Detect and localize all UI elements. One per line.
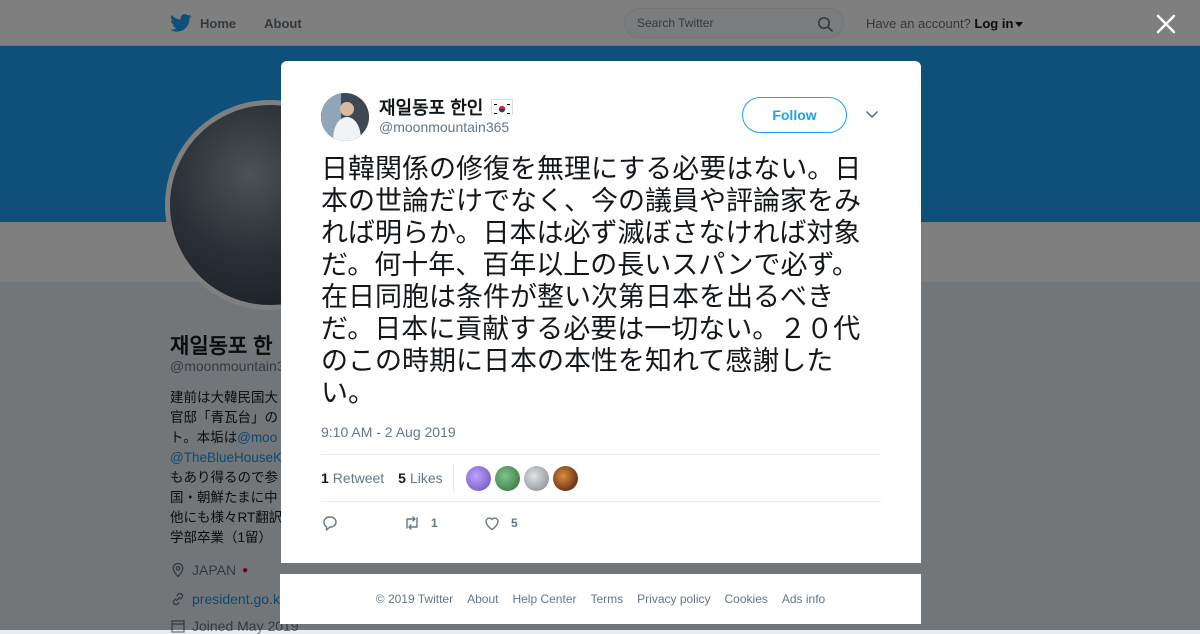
tweet-stats: 1 Retweet 5 Likes bbox=[321, 455, 582, 501]
liker-avatar[interactable] bbox=[494, 465, 520, 491]
footer-copyright: © 2019 Twitter bbox=[375, 592, 454, 606]
chevron-down-icon[interactable] bbox=[865, 110, 879, 120]
like-stat[interactable]: 5 Likes bbox=[398, 470, 442, 486]
heart-icon[interactable] bbox=[483, 514, 501, 532]
reply-action[interactable] bbox=[321, 514, 403, 532]
retweet-stat[interactable]: 1 Retweet bbox=[321, 470, 384, 486]
liker-avatar[interactable] bbox=[552, 465, 578, 491]
like-count: 5 bbox=[511, 516, 518, 530]
stat-divider bbox=[452, 463, 454, 493]
footer-help[interactable]: Help Center bbox=[512, 592, 576, 606]
footer-ads[interactable]: Ads info bbox=[782, 592, 825, 606]
footer-about[interactable]: About bbox=[467, 592, 498, 606]
avatar-image bbox=[321, 93, 369, 141]
tweet-text: 日韓関係の修復を無理にする必要はない。日本の世論だけでなく、今の議員や評論家をみ… bbox=[321, 154, 862, 408]
liker-avatar[interactable] bbox=[465, 465, 491, 491]
korea-flag-icon bbox=[491, 99, 514, 116]
footer: © 2019 Twitter About Help Center Terms P… bbox=[280, 574, 921, 624]
retweet-action[interactable]: 1 bbox=[403, 514, 483, 532]
footer-cookies[interactable]: Cookies bbox=[725, 592, 768, 606]
divider bbox=[321, 501, 881, 502]
tweet-author-avatar[interactable] bbox=[321, 93, 369, 141]
tweet-author-handle[interactable]: @moonmountain365 bbox=[379, 119, 509, 135]
tweet-timestamp[interactable]: 9:10 AM - 2 Aug 2019 bbox=[321, 424, 456, 440]
tweet-modal: 재일동포 한인 @moonmountain365 Follow 日韓関係の修復を… bbox=[281, 61, 921, 563]
retweet-icon[interactable] bbox=[403, 514, 421, 532]
tweet-author-name[interactable]: 재일동포 한인 bbox=[379, 94, 514, 120]
close-icon[interactable] bbox=[1156, 14, 1176, 34]
liker-avatar[interactable] bbox=[523, 465, 549, 491]
like-action[interactable]: 5 bbox=[483, 514, 518, 532]
reply-icon[interactable] bbox=[321, 514, 339, 532]
footer-terms[interactable]: Terms bbox=[590, 592, 623, 606]
footer-privacy[interactable]: Privacy policy bbox=[637, 592, 710, 606]
retweet-count: 1 bbox=[431, 516, 438, 530]
follow-button[interactable]: Follow bbox=[742, 97, 847, 133]
tweet-actions: 1 5 bbox=[321, 510, 518, 536]
